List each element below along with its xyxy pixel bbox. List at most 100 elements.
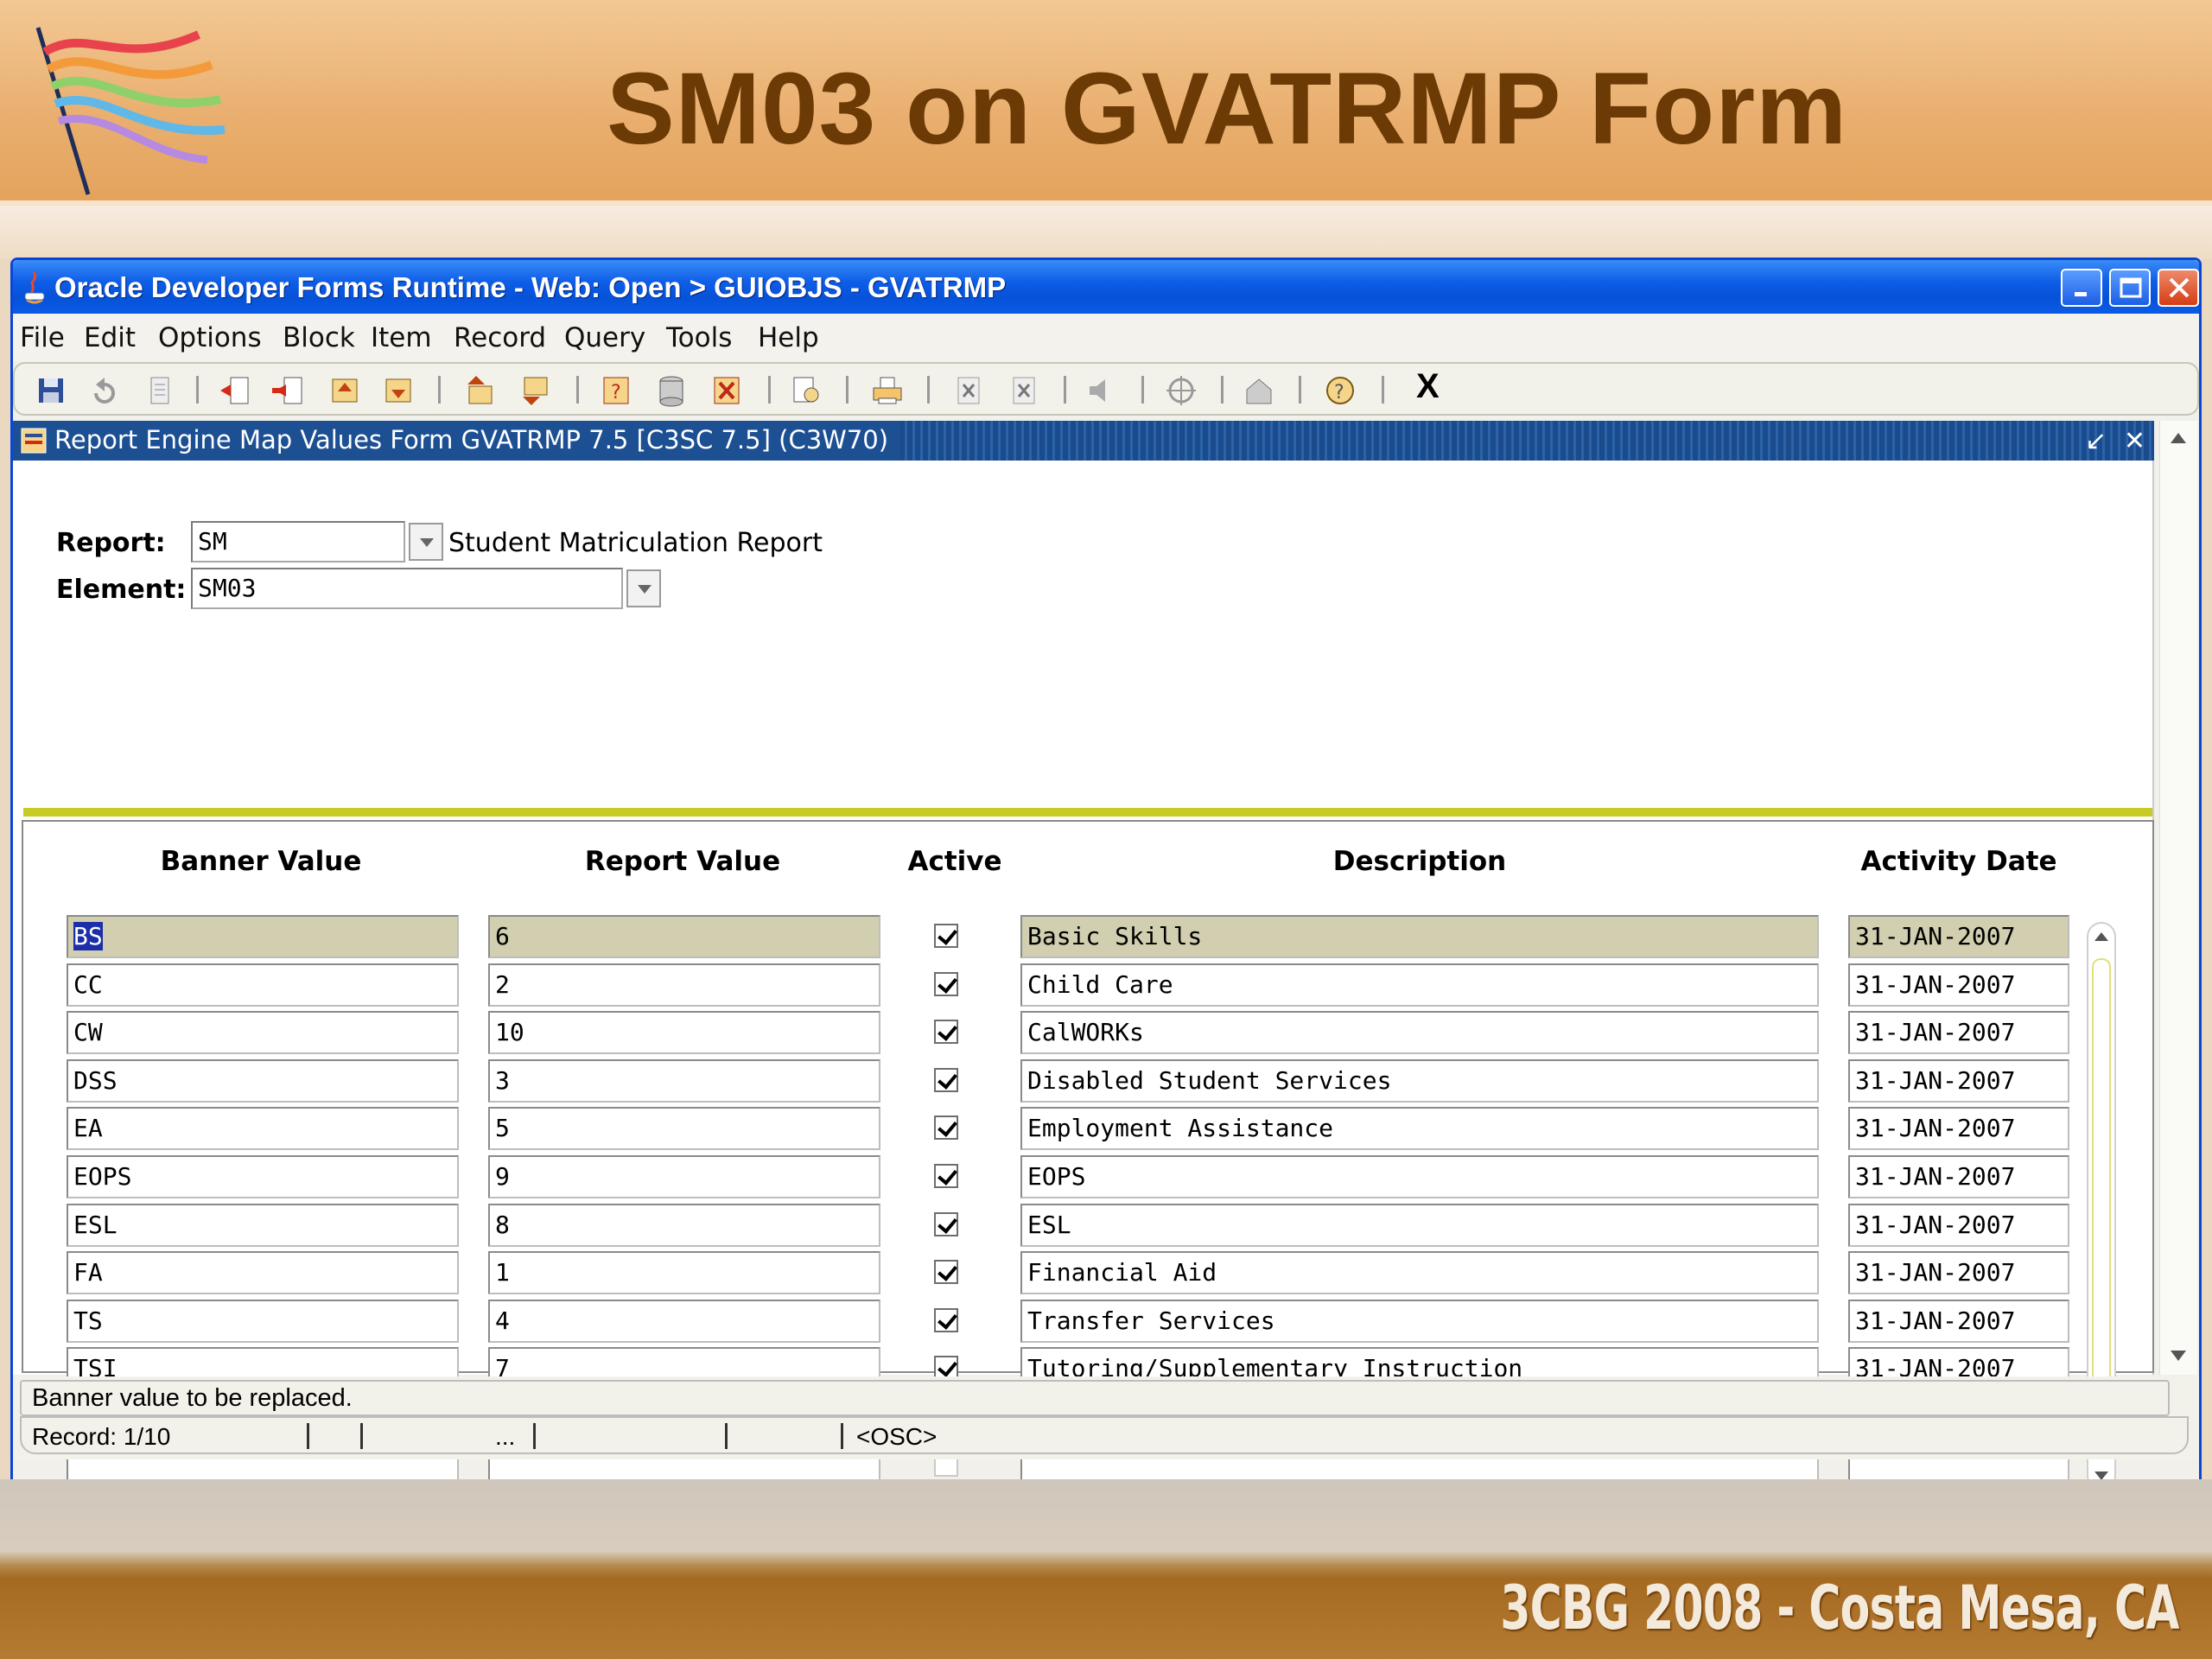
description-cell[interactable]: Transfer Services [1020, 1300, 1819, 1343]
description-cell[interactable]: Basic Skills [1020, 915, 1819, 958]
slide-header: SM03 on GVATRMP Form [0, 0, 2212, 206]
maximize-button[interactable] [2109, 269, 2151, 307]
banner-value-cell[interactable]: BS [67, 915, 459, 958]
active-checkbox[interactable] [934, 1260, 958, 1284]
banner-value-cell[interactable]: DSS [67, 1059, 459, 1103]
report-list-button[interactable] [409, 523, 443, 561]
minimize-button[interactable] [2061, 269, 2102, 307]
menu-block[interactable]: Block [283, 322, 355, 353]
cancel-query-icon[interactable] [709, 374, 744, 407]
save-icon[interactable] [34, 374, 68, 407]
banner-value-cell[interactable]: CC [67, 963, 459, 1007]
next-record-icon[interactable] [518, 374, 552, 407]
activity-date-cell[interactable]: 31-JAN-2007 [1848, 1251, 2069, 1294]
toolbar-separator [196, 376, 199, 404]
activity-date-cell[interactable]: 31-JAN-2007 [1848, 1107, 2069, 1150]
description-cell[interactable]: Child Care [1020, 963, 1819, 1007]
document-icon[interactable] [143, 374, 177, 407]
exit-button[interactable]: X [1416, 367, 1440, 406]
report-value-cell[interactable]: 6 [488, 915, 880, 958]
banner-value-cell[interactable]: ESL [67, 1204, 459, 1247]
ribbon-logo-icon [35, 27, 226, 195]
previous-record-icon[interactable] [462, 374, 497, 407]
active-checkbox[interactable] [934, 1212, 958, 1236]
description-cell[interactable]: CalWORKs [1020, 1011, 1819, 1054]
next-block-icon[interactable] [381, 374, 416, 407]
description-cell[interactable]: ESL [1020, 1204, 1819, 1247]
banner-value-cell[interactable]: EA [67, 1107, 459, 1150]
scroll-up-arrow-icon[interactable] [2094, 932, 2108, 941]
menu-tools[interactable]: Tools [666, 322, 732, 353]
home-export-icon[interactable] [1242, 374, 1276, 407]
menu-options[interactable]: Options [158, 322, 262, 353]
banner-value-cell[interactable]: EOPS [67, 1155, 459, 1198]
element-list-button[interactable] [626, 569, 661, 607]
window-titlebar[interactable]: Oracle Developer Forms Runtime - Web: Op… [13, 260, 2199, 314]
activity-date-cell[interactable]: 31-JAN-2007 [1848, 1059, 2069, 1103]
active-checkbox[interactable] [934, 972, 958, 996]
block-divider [23, 808, 2152, 817]
previous-block-icon[interactable] [327, 374, 362, 407]
export-icon[interactable] [951, 374, 986, 407]
help-icon[interactable]: ? [1323, 374, 1357, 407]
close-window-button[interactable] [2158, 269, 2199, 307]
description-cell[interactable]: Disabled Student Services [1020, 1059, 1819, 1103]
scroll-down-arrow-icon[interactable] [2171, 1351, 2186, 1361]
description-cell[interactable]: Financial Aid [1020, 1251, 1819, 1294]
active-checkbox[interactable] [934, 1068, 958, 1092]
menu-query[interactable]: Query [564, 322, 645, 353]
menu-help[interactable]: Help [758, 322, 819, 353]
form-scrollbar[interactable] [2159, 421, 2197, 1375]
active-checkbox[interactable] [934, 1116, 958, 1140]
report-description: Student Matriculation Report [448, 528, 823, 558]
banner-value-cell[interactable]: TS [67, 1300, 459, 1343]
selected-text: BS [73, 922, 103, 950]
rollback-icon[interactable] [87, 374, 122, 407]
activity-date-cell[interactable]: 31-JAN-2007 [1848, 1155, 2069, 1198]
report-value-cell[interactable]: 10 [488, 1011, 880, 1054]
banner-value-cell[interactable]: FA [67, 1251, 459, 1294]
enter-query-icon[interactable]: ? [599, 374, 633, 407]
execute-query-icon[interactable] [654, 374, 689, 407]
active-checkbox[interactable] [934, 1020, 958, 1044]
report-value-cell[interactable]: 3 [488, 1059, 880, 1103]
report-value-cell[interactable]: 9 [488, 1155, 880, 1198]
activity-date-cell[interactable]: 31-JAN-2007 [1848, 915, 2069, 958]
scroll-up-arrow-icon[interactable] [2171, 433, 2186, 443]
export-options-icon[interactable] [1007, 374, 1041, 407]
element-field[interactable]: SM03 [191, 568, 623, 609]
active-checkbox[interactable] [934, 1164, 958, 1188]
report-value-cell[interactable]: 4 [488, 1300, 880, 1343]
toolbar-separator [438, 376, 441, 404]
activity-date-cell[interactable]: 31-JAN-2007 [1848, 1204, 2069, 1247]
minimize-form-icon[interactable]: ↙ [2085, 426, 2107, 456]
report-value-cell[interactable]: 5 [488, 1107, 880, 1150]
menu-item[interactable]: Item [371, 322, 432, 353]
report-value-cell[interactable]: 8 [488, 1204, 880, 1247]
target-icon[interactable] [1164, 374, 1198, 407]
menu-record[interactable]: Record [454, 322, 546, 353]
report-value-cell[interactable]: 2 [488, 963, 880, 1007]
close-form-icon[interactable]: ✕ [2124, 426, 2145, 456]
activity-date-cell[interactable]: 31-JAN-2007 [1848, 963, 2069, 1007]
status-bar: Banner value to be replaced. Record: 1/1… [13, 1376, 2199, 1459]
active-checkbox[interactable] [934, 1308, 958, 1332]
activity-date-cell[interactable]: 31-JAN-2007 [1848, 1011, 2069, 1054]
toolbar-separator [1221, 376, 1224, 404]
menu-file[interactable]: File [20, 322, 65, 353]
menu-edit[interactable]: Edit [84, 322, 136, 353]
description-cell[interactable]: EOPS [1020, 1155, 1819, 1198]
print-preview-icon[interactable] [789, 374, 823, 407]
banner-value-cell[interactable]: CW [67, 1011, 459, 1054]
print-icon[interactable] [870, 374, 905, 407]
insert-record-icon[interactable] [219, 374, 253, 407]
report-field[interactable]: SM [191, 521, 405, 563]
speaker-icon[interactable] [1084, 374, 1119, 407]
report-value-cell[interactable]: 1 [488, 1251, 880, 1294]
status-info-line: Record: 1/10 ... <OSC> [20, 1416, 2189, 1454]
description-cell[interactable]: Employment Assistance [1020, 1107, 1819, 1150]
toolbar-separator [1141, 376, 1144, 404]
active-checkbox[interactable] [934, 924, 958, 948]
activity-date-cell[interactable]: 31-JAN-2007 [1848, 1300, 2069, 1343]
remove-record-icon[interactable] [272, 374, 307, 407]
